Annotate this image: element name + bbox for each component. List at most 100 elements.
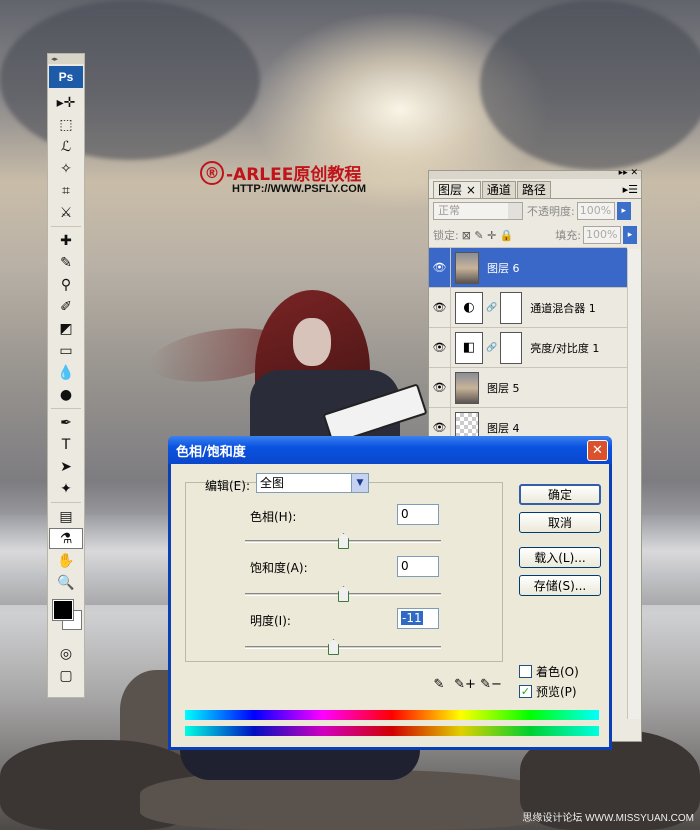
tool-separator <box>51 408 81 409</box>
brush-tool-icon[interactable]: ✎ <box>49 252 83 273</box>
mask-thumbnail <box>500 291 523 324</box>
layer-row[interactable]: 👁 ◐ 🔗 通道混合器 1 <box>429 287 627 327</box>
dialog-titlebar[interactable]: 色相/饱和度 ✕ <box>168 436 612 464</box>
eye-icon[interactable]: 👁 <box>429 288 451 327</box>
healing-brush-tool-icon[interactable]: ✚ <box>49 230 83 251</box>
notes-tool-icon[interactable]: ▤ <box>49 506 83 527</box>
history-brush-tool-icon[interactable]: ✐ <box>49 296 83 317</box>
opacity-arrow-icon[interactable]: ▸ <box>616 202 631 220</box>
eyedropper-tool-icon[interactable]: ⚗ <box>49 528 83 549</box>
foreground-color-swatch[interactable] <box>52 599 74 621</box>
close-icon[interactable]: ✕ <box>587 440 608 461</box>
dodge-tool-icon[interactable]: ● <box>49 384 83 405</box>
layer-list: 👁 图层 6 👁 ◐ 🔗 通道混合器 1 👁 ◧ 🔗 亮度/对比度 1 👁 图层… <box>429 247 627 447</box>
layer-row[interactable]: 👁 ◧ 🔗 亮度/对比度 1 <box>429 327 627 367</box>
lightness-label: 明度(I): <box>250 614 291 628</box>
screen-mode-icon[interactable]: ▢ <box>49 665 83 686</box>
layer-name: 亮度/对比度 1 <box>530 341 600 355</box>
eye-icon[interactable]: 👁 <box>429 248 451 287</box>
layer-thumbnail <box>455 371 479 404</box>
layers-scrollbar[interactable] <box>627 249 641 719</box>
ps-logo-icon[interactable]: Ps <box>49 66 83 88</box>
registered-icon: ® <box>200 160 224 185</box>
adjustment-thumbnail: ◧ <box>455 331 483 364</box>
eyedropper-add-icon[interactable]: ✎+ <box>454 674 476 694</box>
lasso-tool-icon[interactable]: ℒ <box>49 136 83 157</box>
fill-label: 填充: <box>555 229 581 242</box>
quick-mask-icon[interactable]: ◎ <box>49 643 83 664</box>
hand-tool-icon[interactable]: ✋ <box>49 550 83 571</box>
opacity-label: 不透明度: <box>527 205 575 218</box>
lock-icons[interactable]: ⊠ ✎ ✛ 🔒 <box>462 229 514 242</box>
pen-tool-icon[interactable]: ✒ <box>49 412 83 433</box>
eye-icon[interactable]: 👁 <box>429 328 451 367</box>
panel-menu-icon[interactable]: ▸☰ <box>623 183 638 196</box>
zoom-tool-icon[interactable]: 🔍 <box>49 572 83 593</box>
layer-name: 图层 6 <box>487 261 520 275</box>
lock-label: 锁定: <box>433 229 459 242</box>
layer-row[interactable]: 👁 图层 6 <box>429 247 627 287</box>
checkbox-box[interactable] <box>519 665 532 678</box>
slice-tool-icon[interactable]: ⚔ <box>49 202 83 223</box>
eyedropper-icon[interactable]: ✎ <box>429 674 449 694</box>
tool-separator <box>51 226 81 227</box>
shape-tool-icon[interactable]: ✦ <box>49 478 83 499</box>
saturation-input[interactable]: 0 <box>397 556 439 577</box>
crop-tool-icon[interactable]: ⌗ <box>49 180 83 201</box>
blend-mode-select[interactable]: 正常 <box>433 202 523 220</box>
saturation-label: 饱和度(A): <box>250 561 308 575</box>
tool-separator <box>51 502 81 503</box>
eraser-tool-icon[interactable]: ◩ <box>49 318 83 339</box>
panel-controls[interactable]: ▸▸ ✕ <box>619 168 638 178</box>
cloud <box>0 0 260 160</box>
check-icon[interactable]: ✓ <box>519 685 532 698</box>
tab-channels[interactable]: 通道 <box>481 181 516 198</box>
adjust-group <box>185 482 503 662</box>
toolbox-grip[interactable]: ◂▸ <box>48 54 84 64</box>
brand-logo: ® -ARLEE原创教程 <box>200 160 361 185</box>
panel-titlebar[interactable]: ▸▸ ✕ <box>429 168 641 179</box>
cloud <box>480 0 700 170</box>
site-watermark: 思缘设计论坛 WWW.MISSYUAN.COM <box>522 813 694 824</box>
gradient-tool-icon[interactable]: ▭ <box>49 340 83 361</box>
magic-wand-tool-icon[interactable]: ✧ <box>49 158 83 179</box>
tab-paths[interactable]: 路径 <box>516 181 551 198</box>
path-selection-tool-icon[interactable]: ➤ <box>49 456 83 477</box>
adjustment-thumbnail: ◐ <box>455 291 483 324</box>
chain-icon[interactable]: 🔗 <box>486 303 497 313</box>
fill-input[interactable]: 100% <box>583 226 621 244</box>
fill-arrow-icon[interactable]: ▸ <box>623 226 637 244</box>
type-tool-icon[interactable]: T <box>49 434 83 455</box>
hue-input[interactable]: 0 <box>397 504 439 525</box>
colorize-checkbox[interactable]: 着色(O) <box>519 663 579 680</box>
clone-stamp-tool-icon[interactable]: ⚲ <box>49 274 83 295</box>
lightness-slider-track[interactable] <box>245 646 441 649</box>
hue-label: 色相(H): <box>250 510 297 524</box>
eye-icon[interactable]: 👁 <box>429 368 451 407</box>
ok-button[interactable]: 确定 <box>519 484 601 505</box>
dialog-title: 色相/饱和度 <box>176 444 246 460</box>
lightness-input[interactable]: -11 <box>397 608 439 629</box>
tab-layers[interactable]: 图层 × <box>433 181 481 198</box>
load-button[interactable]: 载入(L)... <box>519 547 601 568</box>
preview-checkbox[interactable]: ✓ 预览(P) <box>519 683 577 700</box>
edit-select[interactable]: 全图 ▼ <box>256 473 369 493</box>
eyedropper-subtract-icon[interactable]: ✎− <box>480 674 502 694</box>
blend-row: 正常 不透明度: 100% ▸ <box>429 199 641 223</box>
hue-saturation-dialog: 色相/饱和度 ✕ 编辑(E): 全图 ▼ 色相(H): 0 饱和度(A): 0 … <box>168 436 612 750</box>
edit-label: 编辑(E): <box>205 479 250 493</box>
marquee-tool-icon[interactable]: ⬚ <box>49 114 83 135</box>
move-tool-icon[interactable]: ▸✛ <box>49 92 83 113</box>
panel-tabs: 图层 × 通道 路径 ▸☰ <box>429 181 641 199</box>
color-spectrum-bar <box>185 710 599 720</box>
layer-row[interactable]: 👁 图层 5 <box>429 367 627 407</box>
tab-close-icon[interactable]: × <box>466 183 476 197</box>
save-button[interactable]: 存储(S)... <box>519 575 601 596</box>
adjusted-spectrum-bar <box>185 726 599 736</box>
opacity-input[interactable]: 100% <box>576 202 615 220</box>
blur-tool-icon[interactable]: 💧 <box>49 362 83 383</box>
chevron-down-icon[interactable]: ▼ <box>351 474 368 492</box>
chain-icon[interactable]: 🔗 <box>486 343 497 353</box>
cancel-button[interactable]: 取消 <box>519 512 601 533</box>
mask-thumbnail <box>500 331 523 364</box>
